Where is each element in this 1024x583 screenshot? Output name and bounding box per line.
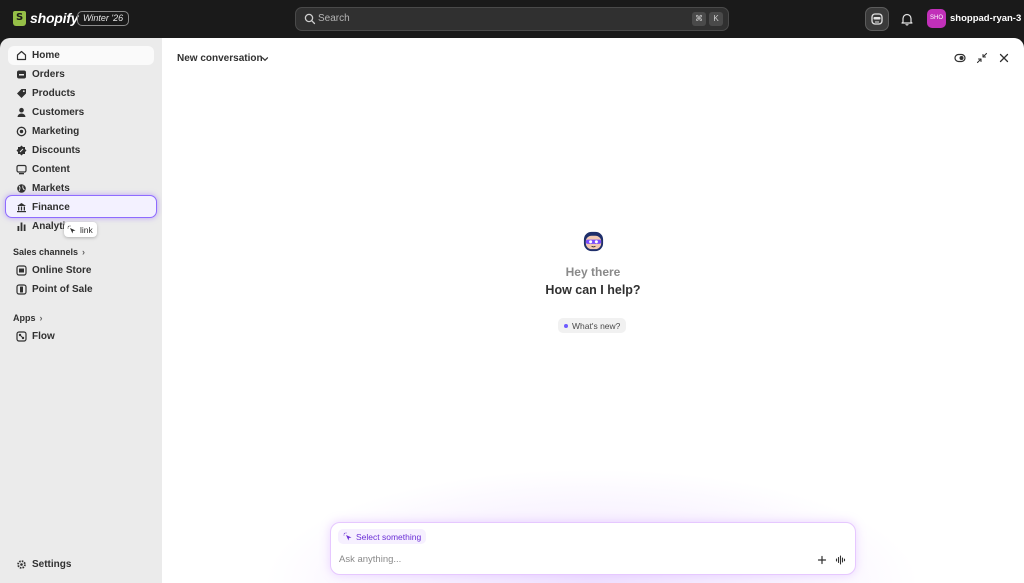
flow-icon [16, 331, 27, 342]
add-attachment-icon[interactable] [817, 555, 827, 565]
home-icon [16, 50, 27, 61]
sidekick-button[interactable] [865, 7, 889, 31]
gear-icon [17, 560, 26, 569]
sidebar-item-discounts[interactable]: Discounts [8, 141, 154, 160]
tooltip-text: link [80, 224, 93, 235]
sidebar-item-label: Finance [32, 202, 70, 213]
search-bar[interactable]: Search ⌘ K [295, 7, 729, 31]
select-something-label: Select something [356, 531, 422, 542]
pos-icon [16, 284, 27, 295]
sidebar-item-products[interactable]: Products [8, 84, 154, 103]
sidebar-item-flow[interactable]: Flow [8, 327, 154, 346]
sidebar-item-label: Products [32, 88, 76, 99]
shopify-bag-icon [13, 10, 26, 26]
status-dot-icon [564, 323, 568, 328]
ask-input[interactable] [339, 554, 799, 565]
sidebar: Home Orders Products Customers Marketing… [0, 38, 162, 583]
sidebar-item-label: Online Store [32, 265, 92, 276]
content-icon [16, 164, 27, 175]
close-icon[interactable] [998, 52, 1010, 64]
sidebar-item-label: Orders [32, 69, 65, 80]
sidebar-item-markets[interactable]: Markets [8, 179, 154, 198]
search-icon [304, 13, 316, 25]
person-icon [17, 107, 26, 117]
sidekick-avatar-icon [583, 231, 604, 252]
sidebar-item-content[interactable]: Content [8, 160, 154, 179]
bell-icon[interactable] [899, 11, 915, 27]
store-name[interactable]: shoppad-ryan-3 [950, 13, 1021, 24]
globe-icon [17, 184, 26, 193]
sales-channels-title: Sales channels [13, 247, 79, 257]
search-placeholder: Search [318, 13, 350, 24]
k-key-hint: K [709, 12, 723, 26]
sidebar-item-label: Markets [32, 183, 70, 194]
toggle-visibility-icon[interactable] [954, 52, 966, 64]
help-prompt: How can I help? [545, 283, 641, 297]
store-icon [16, 265, 27, 276]
sidebar-item-point-of-sale[interactable]: Point of Sale [8, 280, 154, 299]
brand-name: shopify [30, 10, 79, 26]
sidebar-item-label: Home [32, 50, 60, 61]
sidebar-item-finance[interactable]: Finance [8, 198, 154, 217]
greeting-text: Hey there [565, 265, 621, 279]
bar-chart-icon [17, 222, 26, 231]
sidebar-item-label: Customers [32, 107, 85, 118]
collapse-icon[interactable] [976, 52, 988, 64]
edition-badge[interactable]: Winter '26 [77, 11, 130, 26]
tag-icon [17, 89, 26, 98]
sidebar-item-online-store[interactable]: Online Store [8, 261, 154, 280]
chevron-down-icon[interactable] [260, 54, 270, 64]
sidebar-item-settings[interactable]: Settings [8, 555, 154, 574]
sidebar-item-orders[interactable]: Orders [8, 65, 154, 84]
whats-new-button[interactable]: What's new? [558, 318, 627, 333]
sidebar-item-label: Point of Sale [32, 284, 93, 295]
sidebar-item-customers[interactable]: Customers [8, 103, 154, 122]
sidebar-item-label: Settings [32, 559, 72, 570]
apps-heading[interactable]: Apps › [13, 313, 43, 323]
store-avatar[interactable]: SHO [927, 9, 946, 28]
shopify-logo[interactable]: shopify [13, 10, 79, 26]
voice-input-icon[interactable] [835, 555, 846, 565]
sidebar-item-label: Discounts [32, 145, 81, 156]
sidebar-item-label: Marketing [32, 126, 80, 137]
apps-title: Apps [13, 313, 36, 323]
element-tooltip: link [64, 222, 97, 237]
sidebar-item-label: Content [32, 164, 70, 175]
sidebar-item-marketing[interactable]: Marketing [8, 122, 154, 141]
bank-icon [17, 203, 26, 213]
message-composer: Select something [330, 522, 856, 575]
chevron-right-icon: › [39, 313, 43, 323]
discount-icon [16, 145, 27, 156]
select-something-button[interactable]: Select something [338, 529, 427, 544]
top-bar: shopify Winter '26 Search ⌘ K SHO shoppa… [0, 0, 1024, 38]
command-key-hint: ⌘ [692, 12, 706, 26]
conversation-title[interactable]: New conversation [177, 53, 263, 64]
sidekick-icon [871, 13, 883, 25]
inbox-icon [17, 70, 26, 79]
target-icon [16, 126, 27, 137]
sidekick-panel: New conversation Hey there How can I hel… [162, 38, 1024, 583]
sidebar-item-label: Flow [32, 331, 55, 342]
cursor-select-icon [67, 225, 76, 233]
cursor-select-icon [343, 532, 352, 540]
sidebar-item-home[interactable]: Home [8, 46, 154, 65]
sales-channels-heading[interactable]: Sales channels › [13, 247, 85, 257]
whats-new-label: What's new? [572, 320, 621, 331]
chevron-right-icon: › [82, 247, 86, 257]
